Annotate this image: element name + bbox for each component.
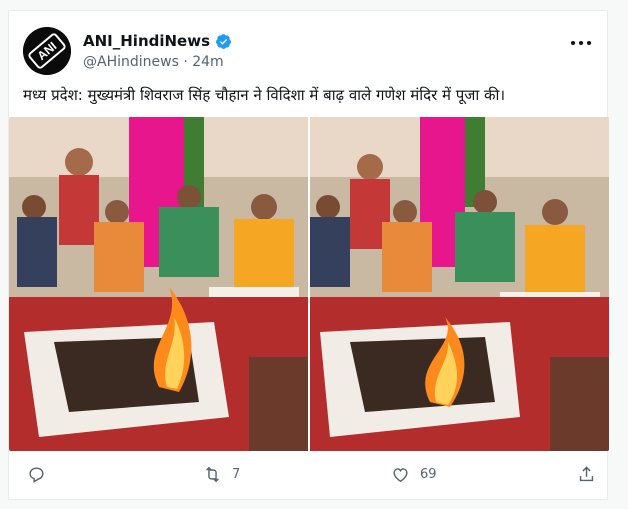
tweet-media: [9, 117, 609, 451]
retweet-icon: [206, 466, 219, 482]
reply-button[interactable]: [27, 463, 56, 485]
handle[interactable]: @AHindinews: [83, 54, 179, 70]
like-button[interactable]: 69: [391, 463, 437, 485]
tweet-card[interactable]: ANI ANI_HindiNews @AHindinews · 24m मध्य…: [8, 10, 609, 500]
timestamp[interactable]: 24m: [192, 54, 223, 70]
avatar[interactable]: ANI: [23, 27, 71, 75]
reply-icon: [29, 466, 44, 483]
media-photo-2[interactable]: [310, 117, 609, 451]
separator: ·: [183, 54, 188, 70]
display-name[interactable]: ANI_HindiNews: [83, 32, 210, 50]
share-button[interactable]: [577, 463, 596, 485]
ani-logo-icon: ANI: [23, 27, 71, 75]
share-icon: [579, 465, 594, 481]
media-photo-1[interactable]: [9, 117, 308, 451]
retweet-count: 7: [232, 466, 241, 482]
account-names: ANI_HindiNews @AHindinews · 24m: [83, 31, 232, 70]
retweet-button[interactable]: 7: [203, 463, 240, 485]
like-icon: [393, 467, 408, 482]
more-icon[interactable]: [569, 33, 593, 53]
puja-photo-right: [310, 117, 609, 451]
tweet-header: ANI ANI_HindiNews @AHindinews · 24m: [23, 27, 593, 75]
tweet-actions: 7 69: [23, 463, 596, 487]
puja-photo-left: [9, 117, 308, 451]
verified-icon: [216, 33, 231, 49]
like-count: 69: [420, 466, 437, 482]
tweet-text: मध्य प्रदेश: मुख्यमंत्री शिवराज सिंह चौह…: [23, 86, 506, 104]
